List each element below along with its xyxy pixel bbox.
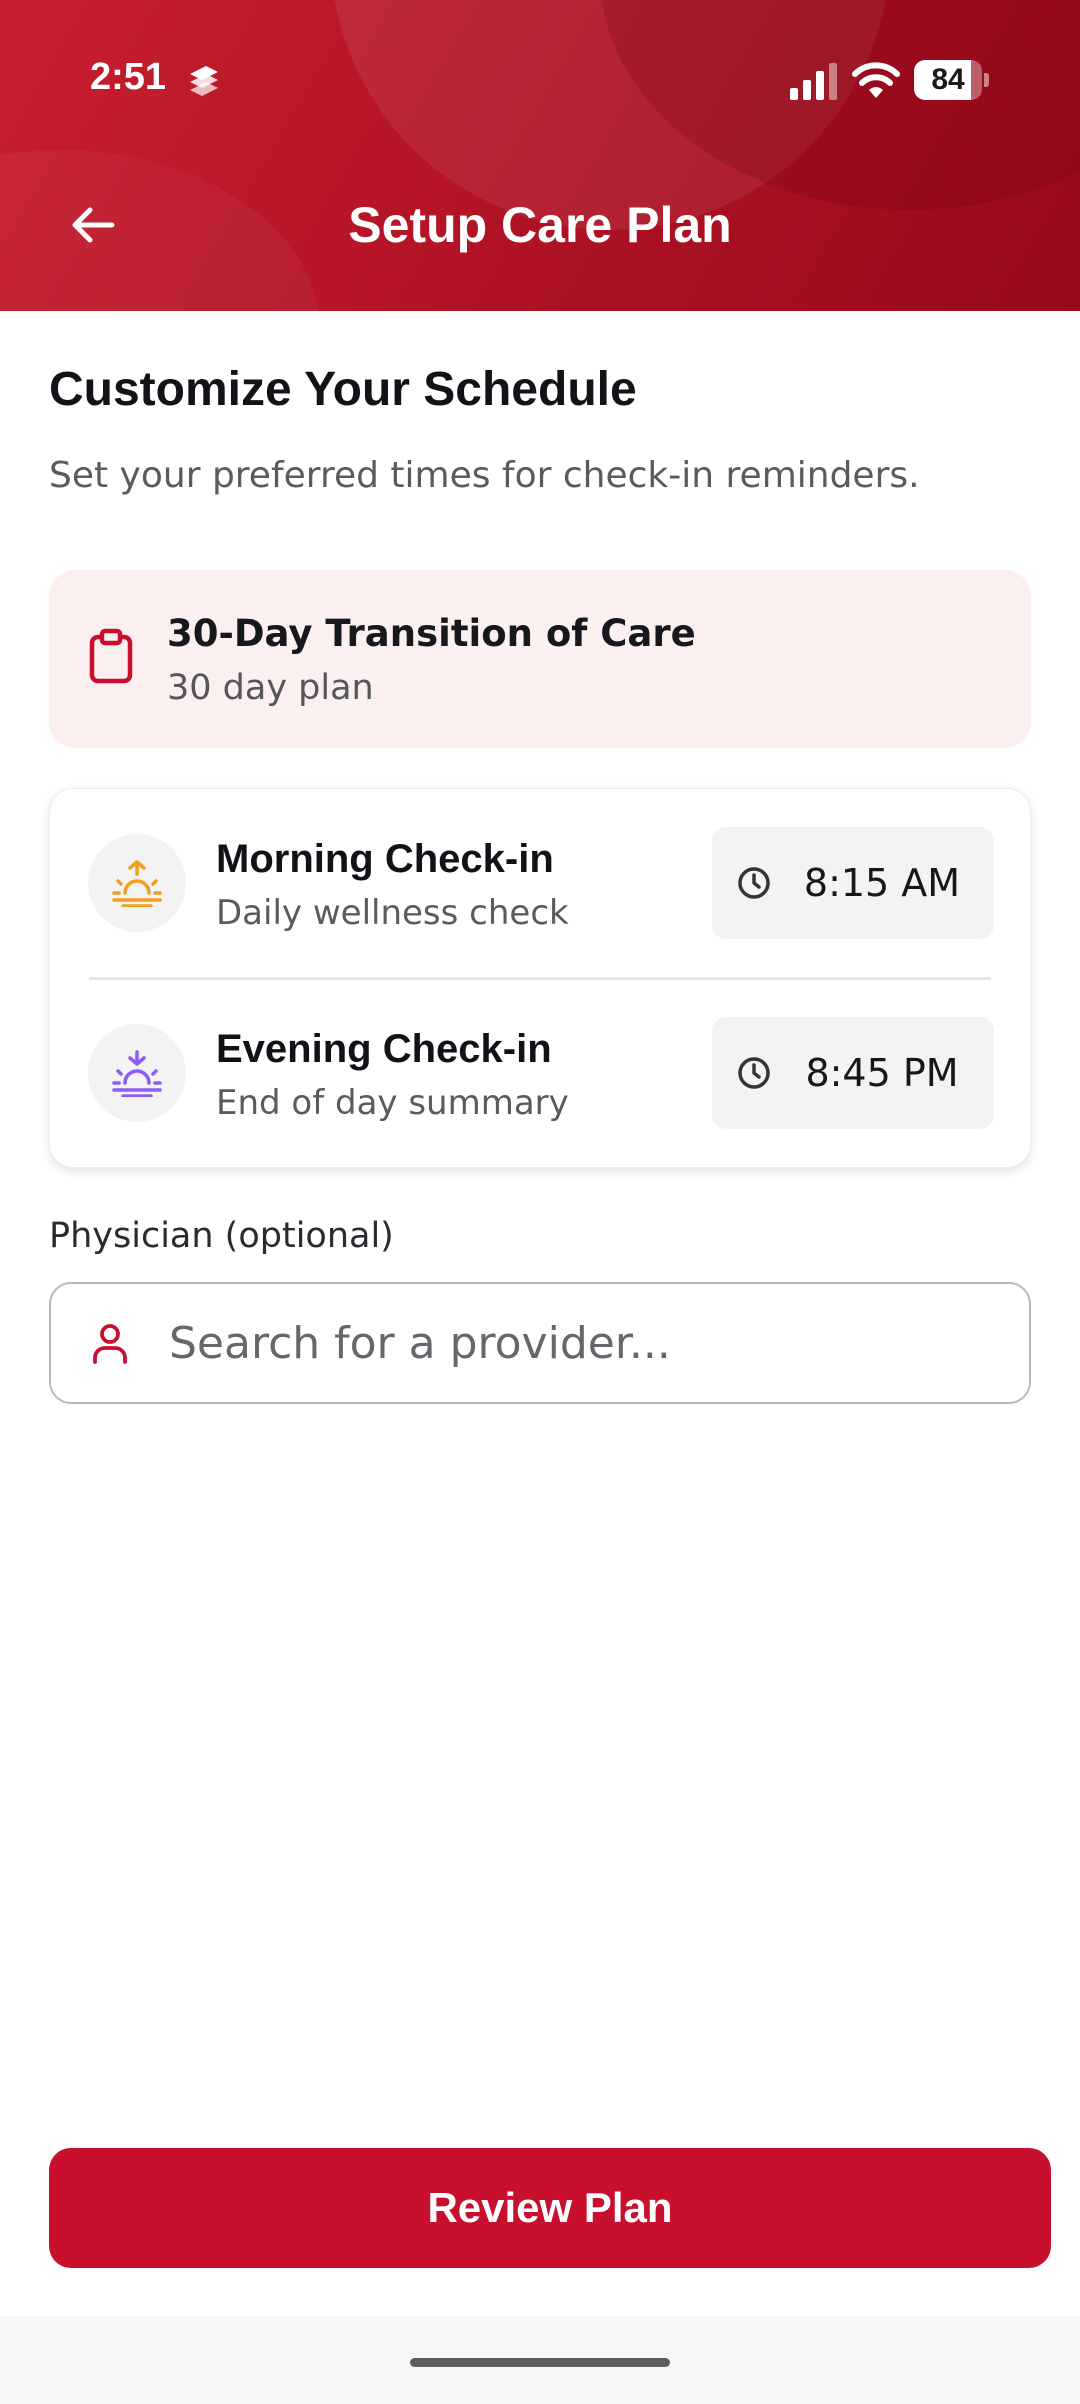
provider-search-input[interactable]	[169, 1284, 989, 1402]
clock-icon	[738, 1057, 770, 1089]
clipboard-icon	[89, 628, 133, 684]
checkin-description: End of day summary	[216, 1083, 569, 1123]
morning-icon-badge	[88, 834, 186, 932]
checkin-description: Daily wellness check	[216, 893, 569, 933]
evening-icon-badge	[88, 1024, 186, 1122]
person-icon	[93, 1324, 127, 1364]
morning-checkin-row: Morning Check-in Daily wellness check 8:…	[50, 789, 1030, 979]
battery-level: 84	[931, 63, 965, 96]
plan-duration: 30 day plan	[167, 668, 374, 708]
checkins-card: Morning Check-in Daily wellness check 8:…	[49, 788, 1031, 1168]
battery-body: 84	[914, 60, 982, 100]
sunset-icon	[112, 1050, 162, 1097]
checkin-title: Evening Check-in	[216, 1027, 552, 1071]
signal-icon	[790, 63, 837, 100]
section-subtitle: Set your preferred times for check-in re…	[49, 455, 920, 496]
wifi-icon	[852, 62, 900, 98]
morning-time-value: 8:15 AM	[803, 861, 961, 905]
section-title: Customize Your Schedule	[49, 363, 637, 416]
clock-icon	[738, 867, 770, 899]
page-title: Setup Care Plan	[348, 197, 732, 253]
sunrise-icon	[112, 860, 162, 907]
system-nav-bar	[0, 2316, 1080, 2404]
physician-label: Physician (optional)	[49, 1216, 394, 1256]
checkin-title: Morning Check-in	[216, 837, 554, 881]
provider-search-field[interactable]	[49, 1282, 1031, 1404]
review-plan-button[interactable]: Review Plan	[49, 2148, 1051, 2268]
app-header: 2:51 84 Setup Care Plan	[0, 0, 1080, 311]
battery-icon: 84	[914, 60, 990, 100]
plan-card: 30-Day Transition of Care 30 day plan	[49, 570, 1031, 748]
evening-checkin-row: Evening Check-in End of day summary 8:45…	[50, 979, 1030, 1169]
app-notification-icon	[190, 66, 218, 96]
morning-time-picker[interactable]: 8:15 AM	[712, 827, 994, 939]
status-time: 2:51	[90, 56, 167, 98]
battery-tip	[984, 73, 989, 87]
plan-name: 30-Day Transition of Care	[167, 612, 696, 655]
evening-time-value: 8:45 PM	[805, 1051, 959, 1095]
home-indicator[interactable]	[410, 2358, 670, 2367]
evening-time-picker[interactable]: 8:45 PM	[712, 1017, 994, 1129]
